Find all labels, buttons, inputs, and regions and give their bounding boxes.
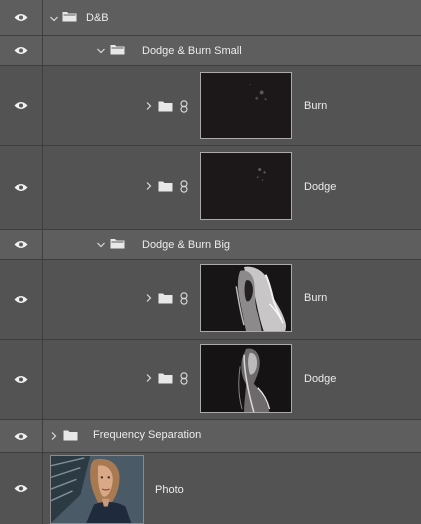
chain-link-icon[interactable]: [180, 180, 188, 193]
chevron-down-icon[interactable]: [49, 14, 59, 24]
chain-link-icon[interactable]: [180, 292, 188, 305]
dodge-mask-image: [201, 153, 291, 219]
folder-icon: [63, 430, 78, 441]
folder-open-icon: [110, 45, 125, 55]
layer-thumbnail: [200, 344, 292, 413]
visibility-toggle[interactable]: [0, 260, 43, 339]
burn-mask-image: [201, 73, 291, 138]
chevron-right-icon[interactable]: [144, 181, 154, 191]
layer-name: Burn: [304, 292, 328, 304]
layer-row-small-burn[interactable]: Burn: [0, 66, 421, 146]
layer-row-db-group[interactable]: D&B: [0, 0, 421, 36]
layer-row-small-group[interactable]: Dodge & Burn Small: [0, 36, 421, 66]
eye-icon: [14, 47, 28, 54]
eye-icon: [14, 485, 28, 492]
chain-link-icon[interactable]: [180, 372, 188, 385]
layer-row-small-dodge[interactable]: Dodge: [0, 146, 421, 230]
visibility-toggle[interactable]: [0, 36, 43, 65]
layer-row-big-burn[interactable]: Burn: [0, 260, 421, 340]
layer-name: Burn: [304, 100, 328, 112]
portrait-image: [51, 456, 143, 523]
eye-icon: [14, 296, 28, 303]
visibility-toggle[interactable]: [0, 230, 43, 259]
folder-icon: [158, 101, 173, 112]
chevron-right-icon[interactable]: [144, 293, 154, 303]
layer-name: Dodge: [304, 373, 337, 385]
chevron-right-icon[interactable]: [144, 373, 154, 383]
layers-panel: D&B Dodge & Burn Small Burn Dodge Dodge …: [0, 0, 421, 524]
eye-icon: [14, 241, 28, 248]
chain-link-icon[interactable]: [180, 100, 188, 113]
visibility-toggle[interactable]: [0, 340, 43, 419]
folder-open-icon: [62, 12, 77, 22]
visibility-toggle[interactable]: [0, 66, 43, 145]
chevron-right-icon[interactable]: [49, 431, 59, 441]
layer-name: Dodge & Burn Small: [142, 45, 242, 57]
burn-mask-image: [201, 265, 291, 331]
layer-row-frequency-separation[interactable]: Frequency Separation: [0, 420, 421, 453]
layer-thumbnail: [200, 72, 292, 139]
layer-name: Dodge & Burn Big: [142, 239, 231, 251]
folder-icon: [158, 293, 173, 304]
layer-name: Frequency Separation: [93, 429, 202, 441]
visibility-toggle[interactable]: [0, 0, 43, 35]
eye-icon: [14, 14, 28, 21]
eye-icon: [14, 102, 28, 109]
layer-row-big-dodge[interactable]: Dodge: [0, 340, 421, 420]
eye-icon: [14, 432, 28, 440]
layer-row-photo[interactable]: Photo: [0, 453, 421, 524]
dodge-mask-image: [201, 345, 291, 412]
layer-name: Photo: [155, 484, 184, 496]
visibility-toggle[interactable]: [0, 146, 43, 229]
layer-thumbnail: [200, 264, 292, 332]
visibility-toggle[interactable]: [0, 420, 43, 452]
folder-icon: [158, 181, 173, 192]
visibility-toggle[interactable]: [0, 453, 43, 524]
layer-name: Dodge: [304, 181, 337, 193]
chevron-right-icon[interactable]: [144, 101, 154, 111]
photo-thumbnail: [50, 455, 144, 524]
chevron-down-icon[interactable]: [96, 46, 106, 56]
layer-row-big-group[interactable]: Dodge & Burn Big: [0, 230, 421, 260]
layer-name: D&B: [86, 12, 109, 24]
eye-icon: [14, 376, 28, 383]
folder-icon: [158, 373, 173, 384]
folder-open-icon: [110, 239, 125, 249]
chevron-down-icon[interactable]: [96, 240, 106, 250]
layer-thumbnail: [200, 152, 292, 220]
eye-icon: [14, 184, 28, 191]
